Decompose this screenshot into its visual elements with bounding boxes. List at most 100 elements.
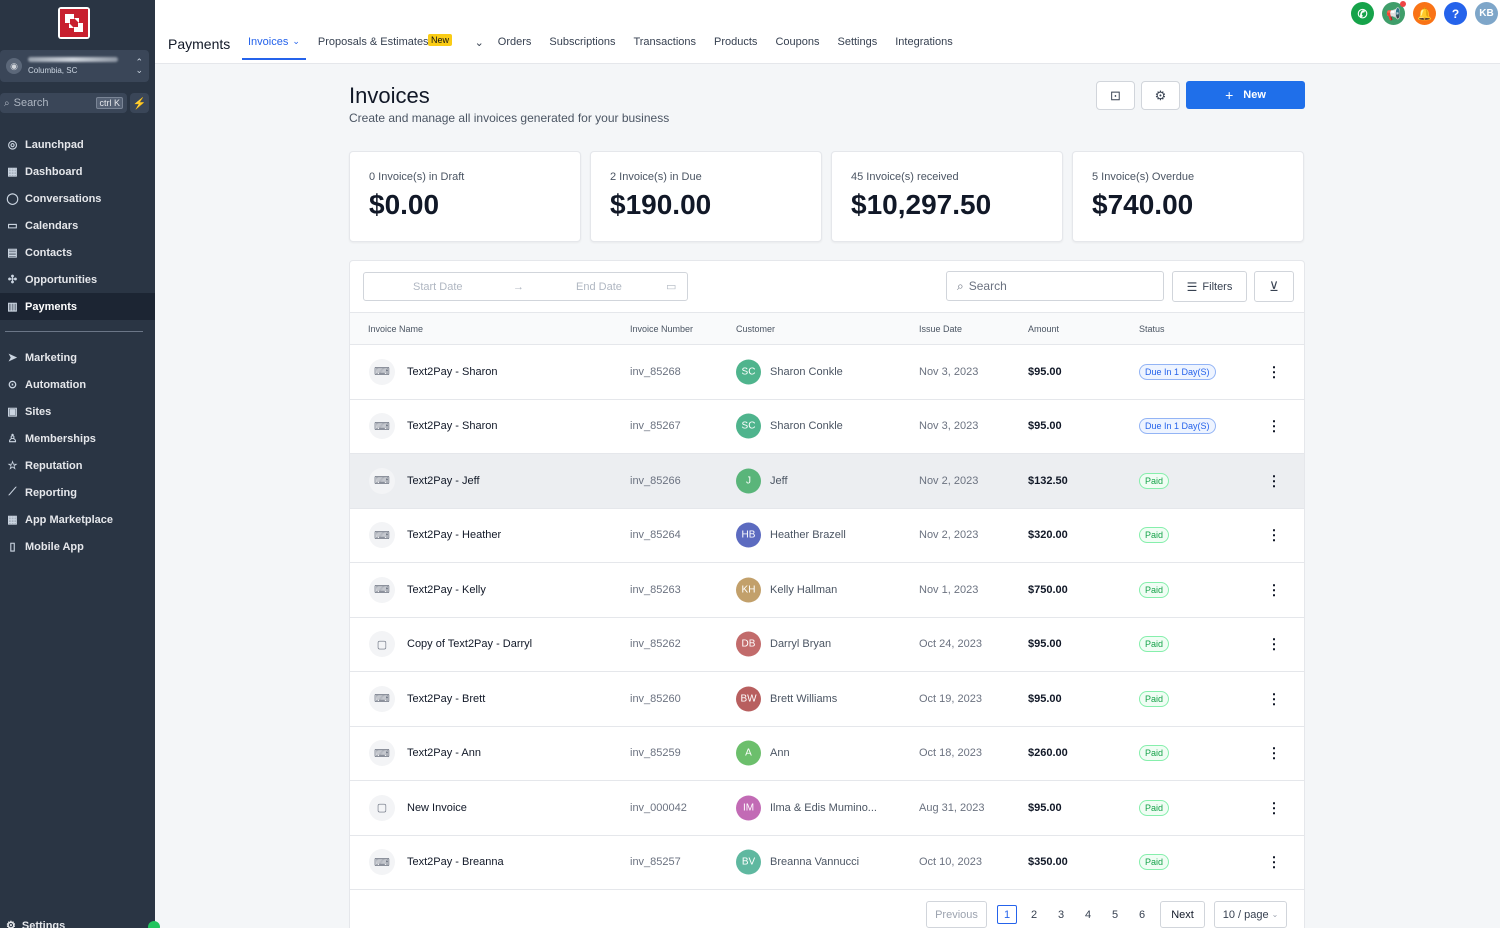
sidebar-item-app-marketplace[interactable]: ▦ App Marketplace [0, 506, 155, 533]
more-vertical-icon[interactable]: ⋮ [1267, 527, 1281, 544]
sidebar-item-reputation[interactable]: ☆ Reputation [0, 452, 155, 479]
more-vertical-icon[interactable]: ⋮ [1267, 472, 1281, 489]
help-icon[interactable]: ? [1444, 2, 1467, 25]
page-number[interactable]: 2 [1024, 905, 1044, 924]
next-page-button[interactable]: Next [1160, 901, 1205, 928]
sidebar-item-launchpad[interactable]: ◎ Launchpad [0, 131, 155, 158]
more-vertical-icon[interactable]: ⋮ [1267, 854, 1281, 871]
table-row[interactable]: ⌨ Text2Pay - Sharon inv_85267 SC Sharon Conk… [350, 400, 1304, 454]
more-vertical-icon[interactable]: ⋮ [1267, 418, 1281, 435]
sidebar-item-label: Launchpad [25, 138, 84, 151]
quick-action-bolt-icon[interactable]: ⚡ [130, 93, 149, 113]
table-row[interactable]: ⌨ Text2Pay - Ann inv_85259 A Ann Oct 18, 2023… [350, 727, 1304, 781]
table-row[interactable]: ⌨ Text2Pay - Brett inv_85260 BW Brett Willia… [350, 672, 1304, 727]
invoice-name[interactable]: Text2Pay - Ann [407, 747, 481, 759]
invoice-name[interactable]: Text2Pay - Breanna [407, 856, 504, 868]
search-placeholder: Search [968, 279, 1007, 293]
tabs-more-chevron-icon[interactable]: ⌄ [475, 36, 484, 60]
settings-button[interactable]: ⚙ [1141, 81, 1180, 110]
table-row[interactable]: ⌨ Text2Pay - Kelly inv_85263 KH Kelly Hallma… [350, 563, 1304, 618]
sidebar-item-memberships[interactable]: ♙ Memberships [0, 425, 155, 452]
more-vertical-icon[interactable]: ⋮ [1267, 636, 1281, 653]
new-invoice-button[interactable]: + New [1186, 81, 1305, 109]
sidebar-item-automation[interactable]: ⊙ Automation [0, 371, 155, 398]
sidebar-item-conversations[interactable]: ◯ Conversations [0, 185, 155, 212]
sidebar-item-marketing[interactable]: ➤ Marketing [0, 344, 155, 371]
more-vertical-icon[interactable]: ⋮ [1267, 745, 1281, 762]
more-vertical-icon[interactable]: ⋮ [1267, 581, 1281, 598]
customer-avatar: KH [736, 577, 761, 603]
tab-coupons[interactable]: Coupons [775, 36, 819, 60]
previous-page-button[interactable]: Previous [926, 901, 987, 928]
page-number[interactable]: 4 [1078, 905, 1098, 924]
table-row[interactable]: ▢ Copy of Text2Pay - Darryl inv_85262 DB Dar… [350, 618, 1304, 672]
sidebar-item-settings[interactable]: ⚙ Settings [6, 919, 65, 928]
invoice-icon: ▢ [369, 631, 395, 658]
date-range-picker[interactable]: Start Date → End Date ▭ [363, 272, 688, 301]
more-vertical-icon[interactable]: ⋮ [1267, 363, 1281, 380]
page-size-select[interactable]: 10 / page ⌄ [1214, 901, 1287, 928]
sidebar-item-payments[interactable]: ▥ Payments [0, 293, 155, 320]
app-logo[interactable] [58, 7, 90, 39]
start-date-input[interactable]: Start Date [413, 281, 463, 293]
tab-label: Subscriptions [549, 36, 616, 48]
bell-icon[interactable]: 🔔 [1413, 2, 1436, 25]
page-number[interactable]: 1 [997, 905, 1017, 924]
table-row[interactable]: ⌨ Text2Pay - Jeff inv_85266 J Jeff Nov 2, 202… [350, 454, 1304, 509]
invoice-name[interactable]: Text2Pay - Brett [407, 693, 485, 705]
sidebar-item-calendars[interactable]: ▭ Calendars [0, 212, 155, 239]
tab-products[interactable]: Products [714, 36, 757, 60]
invoice-name[interactable]: Text2Pay - Kelly [407, 584, 486, 596]
payments-tabs: Invoices ⌄ Proposals & Estimates ⌄ Orders… [242, 36, 971, 60]
table-row[interactable]: ⌨ Text2Pay - Sharon inv_85268 SC Sharon Conk… [350, 345, 1304, 400]
tab-integrations[interactable]: Integrations [895, 36, 952, 60]
tab-subscriptions[interactable]: Subscriptions [549, 36, 615, 60]
issue-date: Nov 3, 2023 [919, 365, 979, 378]
megaphone-icon[interactable]: 📢 [1382, 1, 1406, 25]
location-avatar-icon: ◉ [6, 58, 22, 74]
filters-button[interactable]: ☰ Filters [1172, 271, 1247, 302]
invoice-amount: $95.00 [1028, 365, 1062, 378]
page-number[interactable]: 3 [1051, 905, 1071, 924]
sidebar-divider [5, 331, 143, 332]
invoice-name[interactable]: Text2Pay - Heather [407, 529, 501, 541]
account-switcher[interactable]: ◉ Columbia, SC ⌃ ⌄ [0, 50, 149, 82]
phone-icon[interactable]: ✆ [1351, 2, 1374, 25]
sidebar-item-sites[interactable]: ▣ Sites [0, 398, 155, 425]
invoice-name[interactable]: Text2Pay - Sharon [407, 420, 498, 432]
sidebar-nav-secondary: ➤ Marketing ⊙ Automation ▣ Sites ♙ Memberships ☆… [0, 344, 155, 560]
sidebar-item-contacts[interactable]: ▤ Contacts [0, 239, 155, 266]
invoice-name[interactable]: New Invoice [407, 802, 467, 814]
customer-name: Breanna Vannucci [770, 856, 860, 869]
invoice-name[interactable]: Text2Pay - Jeff [407, 475, 480, 487]
sidebar-item-mobile-app[interactable]: ▯ Mobile App [0, 533, 155, 560]
tab-proposals-estimates[interactable]: Proposals & Estimates [318, 36, 429, 60]
customer-avatar: IM [736, 795, 761, 821]
page-number[interactable]: 5 [1105, 905, 1125, 924]
tab-transactions[interactable]: Transactions [633, 36, 696, 60]
download-button[interactable]: ⊻ [1254, 271, 1294, 302]
invoice-search-input[interactable]: ⌕ Search [946, 271, 1164, 301]
more-vertical-icon[interactable]: ⋮ [1267, 690, 1281, 707]
sites-icon: ▣ [7, 406, 18, 418]
invoice-amount: $132.50 [1028, 474, 1068, 487]
table-row[interactable]: ▢ New Invoice inv_000042 IM Ilma & Edis Mumi… [350, 781, 1304, 836]
table-row[interactable]: ⌨ Text2Pay - Heather inv_85264 HB Heather Br… [350, 509, 1304, 563]
sidebar-item-reporting[interactable]: ⟋ Reporting [0, 479, 155, 506]
table-row[interactable]: ⌨ Text2Pay - Breanna inv_85257 BV Breanna Va… [350, 836, 1304, 890]
more-vertical-icon[interactable]: ⋮ [1267, 799, 1281, 816]
tab-orders[interactable]: Orders [498, 36, 532, 60]
invoice-name[interactable]: Text2Pay - Sharon [407, 366, 498, 378]
sidebar-item-opportunities[interactable]: ✣ Opportunities [0, 266, 155, 293]
user-avatar[interactable]: KB [1475, 2, 1498, 25]
page-number[interactable]: 6 [1132, 905, 1152, 924]
invoice-amount: $320.00 [1028, 529, 1068, 542]
tab-invoices[interactable]: Invoices ⌄ [242, 36, 306, 60]
sidebar-search[interactable]: ⌕ Search ctrl K [0, 93, 127, 113]
feedback-button[interactable]: ⊡ [1096, 81, 1135, 110]
invoice-name[interactable]: Copy of Text2Pay - Darryl [407, 638, 532, 650]
tab-settings[interactable]: Settings [837, 36, 877, 60]
customer-name: Sharon Conkle [770, 420, 843, 433]
end-date-input[interactable]: End Date [576, 281, 622, 293]
sidebar-item-dashboard[interactable]: ▦ Dashboard [0, 158, 155, 185]
